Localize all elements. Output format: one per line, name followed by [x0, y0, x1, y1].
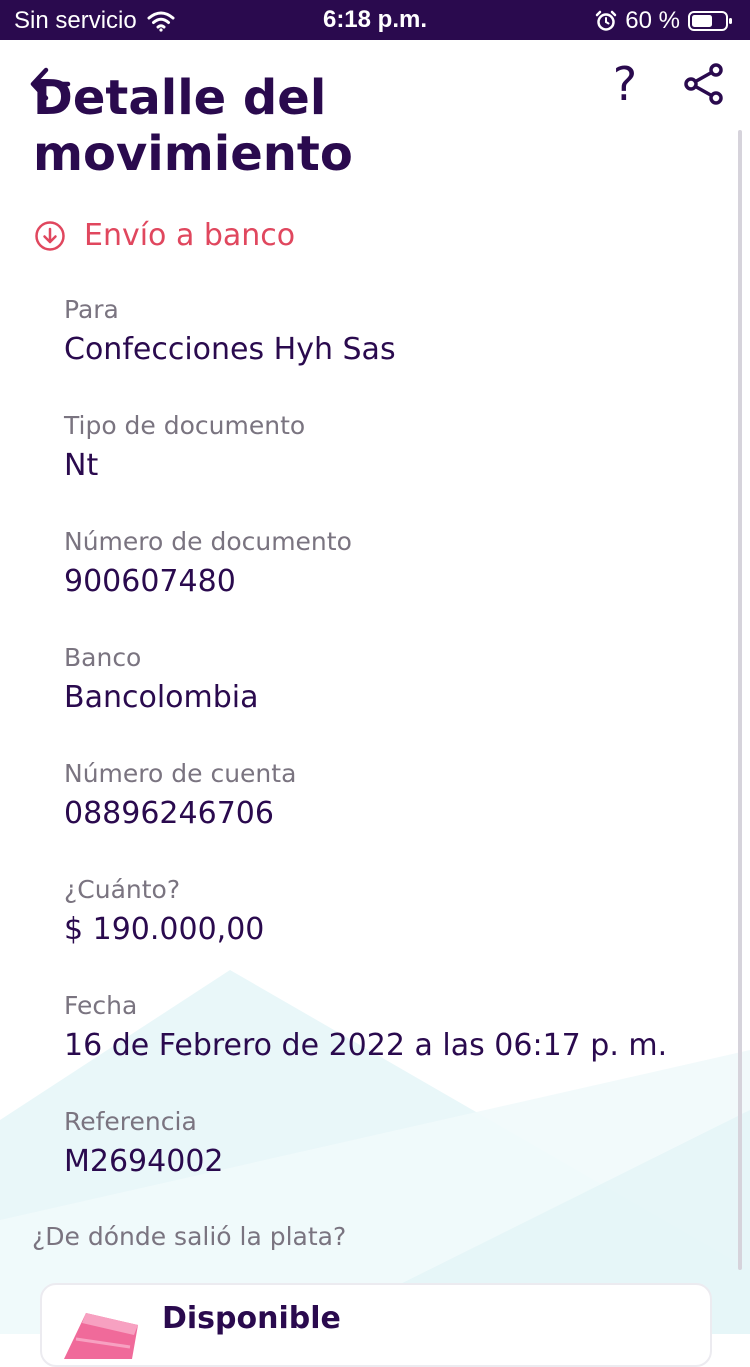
alarm-clock-icon	[596, 10, 617, 31]
detail-value: Nt	[64, 448, 99, 483]
detail-label: Fecha	[64, 991, 138, 1020]
detail-label: Referencia	[64, 1107, 197, 1136]
detail-value: M2694002	[64, 1144, 224, 1179]
detail-amount: ¿Cuánto? $ 190.000,00	[64, 872, 724, 988]
back-arrow-icon[interactable]	[28, 62, 72, 106]
detail-value: 900607480	[64, 564, 236, 599]
detail-value: $ 190.000,00	[64, 912, 265, 947]
pocket-illustration-icon	[64, 1313, 138, 1359]
detail-value: Confecciones Hyh Sas	[64, 332, 396, 367]
detail-label: Número de cuenta	[64, 759, 297, 788]
movement-type: Envío a banco	[34, 218, 295, 253]
battery-percent: 60 %	[625, 7, 680, 34]
detail-document-type: Tipo de documento Nt	[64, 408, 724, 524]
detail-value: 16 de Febrero de 2022 a las 06:17 p. m.	[64, 1028, 668, 1063]
detail-label: Banco	[64, 643, 142, 672]
detail-recipient: Para Confecciones Hyh Sas	[64, 292, 724, 408]
detail-date: Fecha 16 de Febrero de 2022 a las 06:17 …	[64, 988, 724, 1104]
detail-bank: Banco Bancolombia	[64, 640, 724, 756]
battery-icon	[688, 11, 732, 31]
arrow-down-circle-icon	[35, 220, 65, 251]
question-mark-icon: ?	[612, 57, 638, 111]
detail-value: 08896246706	[64, 796, 274, 831]
page-title-line1: Detalle del	[33, 70, 327, 126]
page-title: Detalle del movimiento	[33, 70, 553, 182]
movement-type-label: Envío a banco	[84, 218, 296, 253]
detail-label: Para	[64, 295, 119, 324]
scrollbar[interactable]	[738, 130, 742, 1270]
status-right: 60 %	[595, 7, 734, 35]
detail-label: Número de documento	[64, 527, 352, 556]
help-button[interactable]: ?	[604, 60, 646, 108]
movement-details: Para Confecciones Hyh Sas Tipo de docume…	[64, 292, 724, 1220]
status-bar: Sin servicio 6:18 p.m. 60 %	[0, 0, 750, 40]
source-question: ¿De dónde salió la plata?	[32, 1222, 347, 1251]
source-card[interactable]: Disponible	[40, 1283, 712, 1367]
detail-account-number: Número de cuenta 08896246706	[64, 756, 724, 872]
detail-label: ¿Cuánto?	[64, 875, 181, 904]
detail-value: Bancolombia	[64, 680, 259, 715]
page-title-line2: movimiento	[33, 126, 353, 182]
detail-document-number: Número de documento 900607480	[64, 524, 724, 640]
share-icon[interactable]	[682, 62, 726, 106]
detail-reference: Referencia M2694002	[64, 1104, 724, 1220]
detail-label: Tipo de documento	[64, 411, 306, 440]
source-card-title: Disponible	[162, 1301, 341, 1336]
